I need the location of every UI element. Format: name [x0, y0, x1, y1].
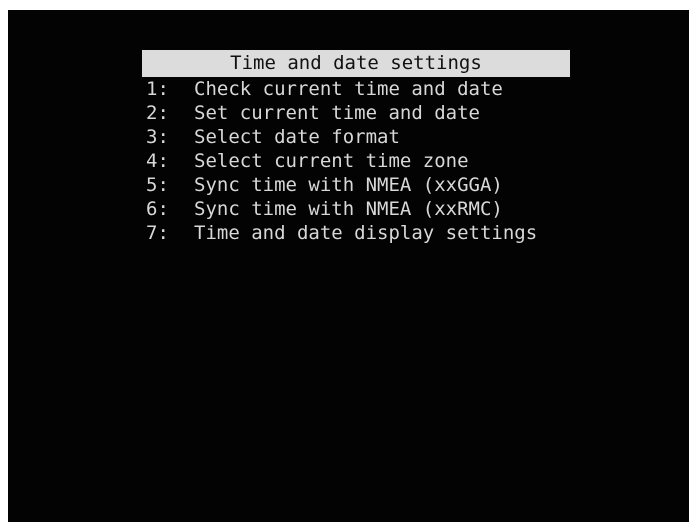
- menu-item-sync-nmea-gga[interactable]: 5: Sync time with NMEA (xxGGA): [142, 173, 572, 197]
- menu-item-key: 3:: [146, 126, 169, 148]
- menu-item-label: Set current time and date: [194, 102, 480, 124]
- menu-item-key: 2:: [146, 102, 169, 124]
- menu-item-label: Sync time with NMEA (xxGGA): [194, 174, 503, 196]
- menu-item-select-date-format[interactable]: 3: Select date format: [142, 125, 572, 149]
- menu-item-select-time-zone[interactable]: 4: Select current time zone: [142, 149, 572, 173]
- menu-title: Time and date settings: [142, 50, 570, 77]
- menu-item-key: 6:: [146, 198, 169, 220]
- menu-item-check-time-date[interactable]: 1: Check current time and date: [142, 77, 572, 101]
- menu-item-label: Select current time zone: [194, 150, 469, 172]
- menu-item-key: 1:: [146, 78, 169, 100]
- menu-item-label: Time and date display settings: [194, 222, 538, 244]
- time-date-settings-menu: Time and date settings 1: Check current …: [142, 50, 572, 245]
- device-screen: Time and date settings 1: Check current …: [8, 10, 689, 522]
- menu-item-key: 4:: [146, 150, 169, 172]
- menu-item-label: Sync time with NMEA (xxRMC): [194, 198, 503, 220]
- menu-item-key: 7:: [146, 222, 169, 244]
- menu-item-label: Check current time and date: [194, 78, 503, 100]
- menu-item-label: Select date format: [194, 126, 400, 148]
- menu-item-sync-nmea-rmc[interactable]: 6: Sync time with NMEA (xxRMC): [142, 197, 572, 221]
- menu-list: 1: Check current time and date 2: Set cu…: [142, 77, 572, 245]
- menu-item-display-settings[interactable]: 7: Time and date display settings: [142, 221, 572, 245]
- menu-item-key: 5:: [146, 174, 169, 196]
- menu-item-set-time-date[interactable]: 2: Set current time and date: [142, 101, 572, 125]
